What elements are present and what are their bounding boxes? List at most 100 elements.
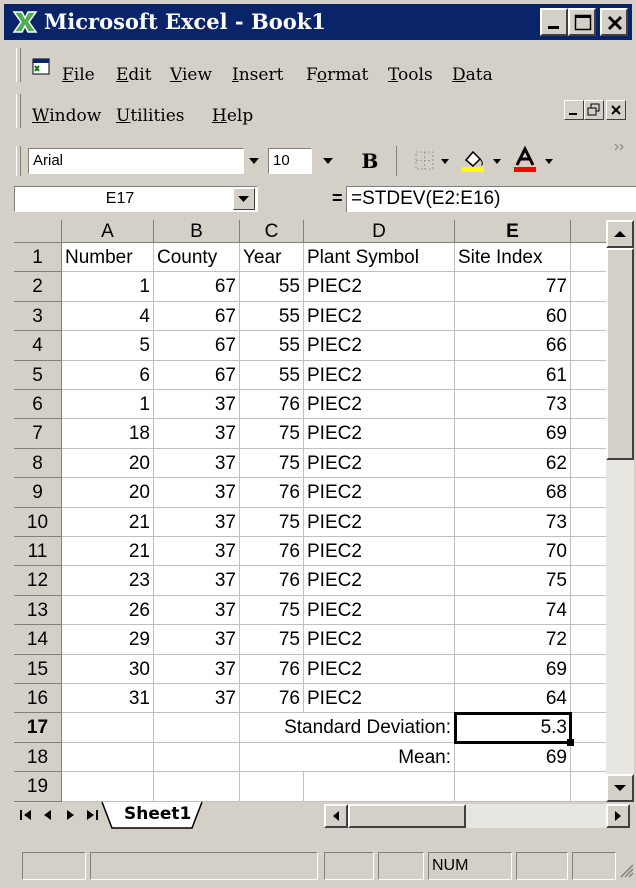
cell-a2[interactable]: 1	[62, 272, 154, 302]
cell-b7[interactable]: 37	[154, 419, 240, 449]
cell-a12[interactable]: 23	[62, 566, 154, 596]
cell-c2[interactable]: 55	[240, 272, 304, 302]
row-header-12[interactable]: 12	[14, 566, 62, 596]
cell-f13[interactable]	[571, 596, 606, 626]
menu-edit[interactable]: Edit	[116, 64, 152, 86]
cell-e19[interactable]	[455, 772, 571, 802]
cell-a11[interactable]: 21	[62, 537, 154, 567]
dropdown-arrow-icon[interactable]	[248, 156, 260, 166]
cell-f9[interactable]	[571, 478, 606, 508]
cell-e14[interactable]: 72	[455, 625, 571, 655]
row-header-14[interactable]: 14	[14, 625, 62, 655]
cell-d8[interactable]: PIEC2	[304, 448, 455, 479]
horizontal-scrollbar[interactable]	[324, 804, 630, 828]
cell-b2[interactable]: 67	[154, 272, 240, 302]
scroll-up-button[interactable]	[606, 220, 634, 248]
cell-a6[interactable]: 1	[62, 390, 154, 420]
fill-color-icon[interactable]	[460, 146, 486, 174]
cell-b17[interactable]	[154, 713, 240, 743]
cell-e16[interactable]: 64	[455, 684, 571, 714]
doc-minimize-button[interactable]	[564, 100, 584, 120]
dropdown-arrow-icon[interactable]	[492, 158, 502, 166]
row-header-15[interactable]: 15	[14, 654, 62, 684]
cell-f5[interactable]	[571, 361, 606, 390]
row-header-2[interactable]: 2	[14, 272, 62, 302]
cell-e7[interactable]: 69	[455, 419, 571, 449]
title-bar[interactable]: Microsoft Excel - Book1	[4, 4, 632, 40]
cell-f14[interactable]	[571, 625, 606, 655]
column-header-c[interactable]: C	[240, 220, 304, 243]
cell-b16[interactable]: 37	[154, 684, 240, 714]
menu-file[interactable]: File	[62, 64, 95, 86]
cell-e6[interactable]: 73	[455, 390, 571, 420]
cell-c11[interactable]: 76	[240, 537, 304, 567]
scroll-down-button[interactable]	[606, 774, 634, 802]
scroll-left-button[interactable]	[324, 804, 348, 828]
cell-a1[interactable]: Number	[62, 243, 154, 273]
cell-c12[interactable]: 76	[240, 566, 304, 596]
row-header-11[interactable]: 11	[14, 537, 62, 567]
cell-d4[interactable]: PIEC2	[304, 331, 455, 361]
cell-c9[interactable]: 76	[240, 478, 304, 508]
dropdown-arrow-icon[interactable]	[440, 158, 450, 166]
row-header-19[interactable]: 19	[14, 772, 62, 802]
menu-view[interactable]: View	[170, 64, 212, 86]
row-header-3[interactable]: 3	[14, 301, 62, 332]
cell-f18[interactable]	[571, 743, 606, 773]
cell-c8[interactable]: 75	[240, 448, 304, 479]
cell-a5[interactable]: 6	[62, 360, 154, 390]
cell-e10[interactable]: 73	[455, 507, 571, 537]
row-header-13[interactable]: 13	[14, 595, 62, 626]
cell-e4[interactable]: 66	[455, 331, 571, 361]
cell-e15[interactable]: 69	[455, 654, 571, 684]
cell-c14[interactable]: 75	[240, 625, 304, 655]
menu-window[interactable]: Window	[32, 105, 101, 127]
spreadsheet-grid[interactable]: A B C D E 1 Number County Year Plant Symbol Site I…	[14, 220, 606, 802]
menu-tools[interactable]: Tools	[388, 64, 433, 86]
cell-a16[interactable]: 31	[62, 684, 154, 714]
cell-f17[interactable]	[571, 713, 606, 743]
column-header-f[interactable]	[571, 220, 606, 243]
formula-input[interactable]: =STDEV(E2:E16)	[346, 186, 636, 212]
cell-a9[interactable]: 20	[62, 478, 154, 508]
font-name-box[interactable]: Arial	[28, 148, 244, 174]
fill-handle[interactable]	[567, 738, 574, 746]
cell-a4[interactable]: 5	[62, 331, 154, 361]
name-box-dropdown[interactable]	[233, 188, 255, 210]
cell-d5[interactable]: PIEC2	[304, 360, 455, 390]
cell-c16[interactable]: 76	[240, 684, 304, 714]
cell-a10[interactable]: 21	[62, 507, 154, 537]
font-size-box[interactable]: 10	[268, 148, 312, 174]
cell-c5[interactable]: 55	[240, 360, 304, 390]
menu-format[interactable]: Format	[306, 64, 368, 86]
last-sheet-icon[interactable]	[82, 804, 102, 826]
doc-close-button[interactable]	[606, 100, 626, 120]
cell-c3[interactable]: 55	[240, 301, 304, 332]
prev-sheet-icon[interactable]	[38, 804, 58, 826]
cell-b18[interactable]	[154, 742, 240, 773]
toolbar-grip[interactable]	[16, 146, 21, 176]
cell-f2[interactable]	[571, 272, 606, 302]
dropdown-arrow-icon[interactable]	[544, 158, 554, 166]
cell-d14[interactable]: PIEC2	[304, 625, 455, 655]
row-header-18[interactable]: 18	[14, 742, 62, 773]
cell-c6[interactable]: 76	[240, 390, 304, 420]
cell-a8[interactable]: 20	[62, 448, 154, 479]
cell-e9[interactable]: 68	[455, 478, 571, 508]
maximize-button[interactable]	[568, 8, 596, 36]
menu-help[interactable]: Help	[212, 105, 253, 127]
minimize-button[interactable]	[540, 8, 568, 36]
cell-b11[interactable]: 37	[154, 537, 240, 567]
cell-d13[interactable]: PIEC2	[304, 595, 455, 626]
row-header-9[interactable]: 9	[14, 478, 62, 508]
cell-f19[interactable]	[571, 772, 606, 802]
cell-c15[interactable]: 76	[240, 654, 304, 684]
cell-e11[interactable]: 70	[455, 537, 571, 567]
next-sheet-icon[interactable]	[60, 804, 80, 826]
cell-a15[interactable]: 30	[62, 654, 154, 684]
column-header-d[interactable]: D	[304, 220, 455, 243]
dropdown-arrow-icon[interactable]	[322, 156, 334, 166]
cell-b8[interactable]: 37	[154, 448, 240, 479]
cell-f12[interactable]	[571, 566, 606, 596]
row-header-4[interactable]: 4	[14, 331, 62, 361]
